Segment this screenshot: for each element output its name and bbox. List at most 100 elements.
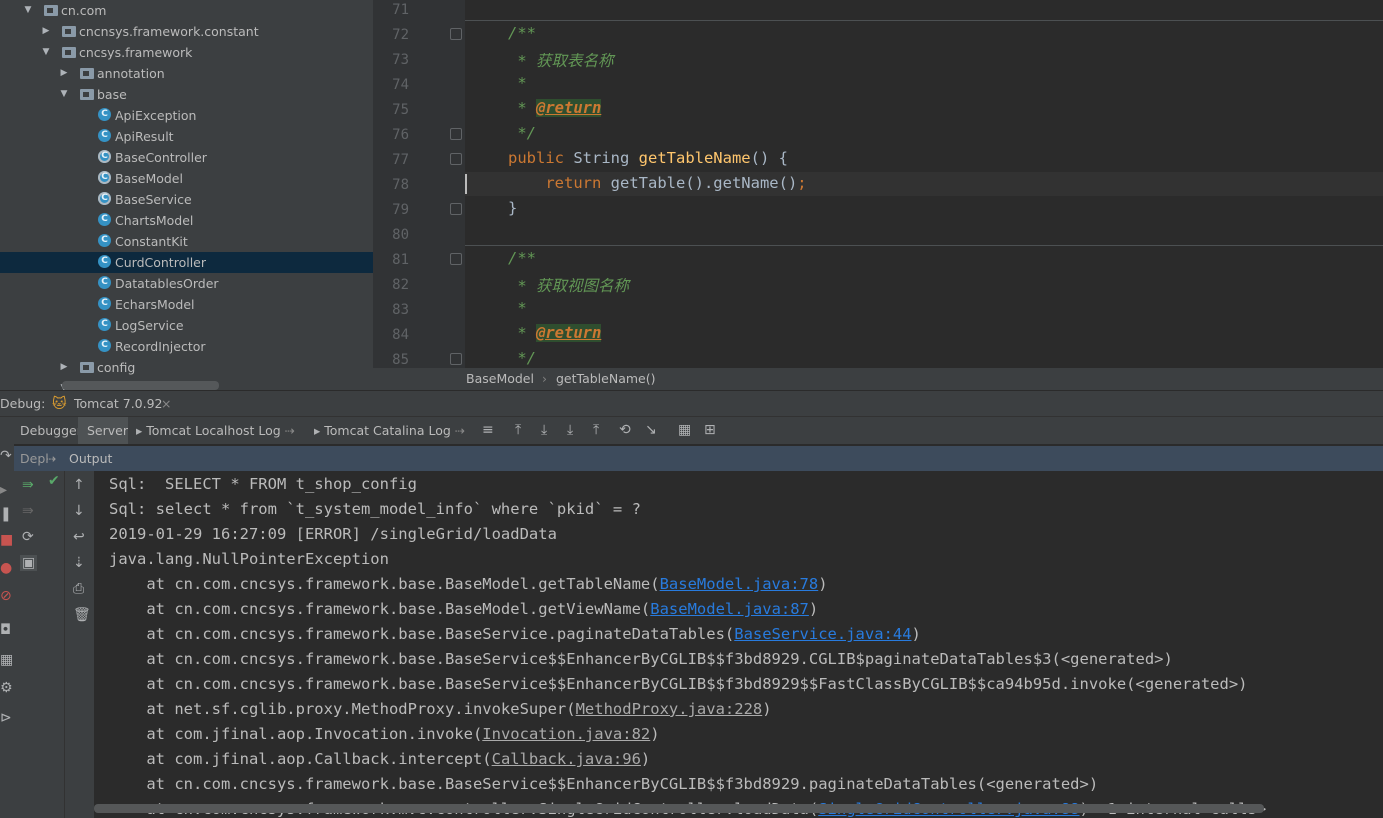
console-line: at com.jfinal.aop.Callback.intercept(Cal… <box>109 750 650 768</box>
chevron-right-icon[interactable]: ▶ <box>59 357 69 378</box>
pin-icon[interactable]: ⊳ <box>0 710 12 726</box>
tree-item[interactable]: ▼ base <box>0 84 373 105</box>
fold-marker-icon[interactable] <box>450 353 462 365</box>
source-link[interactable]: Invocation.java:82 <box>482 725 650 743</box>
camera-icon[interactable]: ◘ <box>0 622 11 638</box>
chevron-down-icon[interactable]: ▼ <box>23 0 33 21</box>
server-subtabs: Depl ⇢ Output <box>14 446 1383 471</box>
pause-bars-icon[interactable]: ❚ <box>0 506 12 522</box>
chevron-down-icon[interactable]: ▼ <box>59 84 69 105</box>
menu-icon[interactable]: ≡ <box>482 422 494 438</box>
split-icon[interactable]: ⇢ <box>46 446 56 471</box>
tree-item[interactable]: C BaseService <box>0 189 373 210</box>
step-over-icon[interactable]: ⤓ <box>541 422 547 438</box>
type-text: String <box>564 149 639 167</box>
add-deployment-icon[interactable]: ▣ <box>20 555 38 571</box>
console-horizontal-scrollbar[interactable] <box>94 804 1264 813</box>
fold-marker-icon[interactable] <box>450 203 462 215</box>
step-into-icon[interactable]: ⤓ <box>567 422 573 438</box>
text-caret <box>465 174 467 194</box>
show-execution-point-icon[interactable]: ⤒ <box>515 422 521 438</box>
stack-frame-suffix: ) <box>650 725 660 743</box>
tree-item[interactable]: C BaseController <box>0 147 373 168</box>
tree-item[interactable]: C LogService <box>0 315 373 336</box>
tab-label: Debugger <box>20 423 82 438</box>
pause-icon[interactable]: ▸ <box>0 482 7 498</box>
line-number: 85 <box>392 352 409 368</box>
project-tree[interactable]: ▼ cn.com ▶ cncnsys.framework.constant ▼ cncsy… <box>0 0 373 390</box>
console-output[interactable]: Sql: SELECT * FROM t_shop_config Sql: sel… <box>94 471 1383 818</box>
stack-frame-text: at cn.com.cncsys.framework.base.BaseMode… <box>109 600 651 618</box>
code-editor[interactable]: 71 72 73 74 75 76 77 78 79 80 81 82 83 84 85 /** * 获取表… <box>373 0 1383 368</box>
run-config-tab[interactable]: Tomcat 7.0.92 <box>74 391 163 417</box>
chevron-down-icon[interactable]: ▼ <box>41 42 51 63</box>
tab-label: Server <box>87 423 128 438</box>
tree-item[interactable]: ▶ config <box>0 357 373 378</box>
mute-breakpoints-icon[interactable]: ⊘ <box>0 588 12 604</box>
tab-debugger[interactable]: Debugger <box>14 417 82 444</box>
fold-marker-icon[interactable] <box>450 253 462 265</box>
evaluate-icon[interactable]: ▦ <box>678 422 691 438</box>
tree-horizontal-scrollbar[interactable] <box>62 381 219 390</box>
print-icon[interactable]: ⎙ <box>73 581 84 597</box>
code-text: () { <box>750 149 788 167</box>
tree-item[interactable]: C RecordInjector <box>0 336 373 357</box>
tree-item[interactable]: ▼ cn.com <box>0 0 373 21</box>
tree-item[interactable]: C ApiResult <box>0 126 373 147</box>
tree-item[interactable]: C EcharsModel <box>0 294 373 315</box>
close-icon[interactable]: × <box>161 391 171 417</box>
tree-item[interactable]: ▶ annotation <box>0 63 373 84</box>
drop-frame-icon[interactable]: ⟲ <box>619 422 631 438</box>
class-icon: C <box>98 318 111 331</box>
fold-marker-icon[interactable] <box>450 153 462 165</box>
tree-item[interactable]: ▶ cncnsys.framework.constant <box>0 21 373 42</box>
debug-tabs: Debugger Server ▸ Tomcat Localhost Log ⇢… <box>0 416 1383 465</box>
trash-icon[interactable]: 🗑 <box>73 607 91 623</box>
tab-tomcat-catalina-log[interactable]: ▸ Tomcat Catalina Log ⇢ × <box>308 417 476 465</box>
refresh-icon[interactable]: ⟳ <box>22 529 34 545</box>
source-link[interactable]: BaseService.java:44 <box>734 625 911 643</box>
step-icon[interactable]: ↷ <box>0 448 12 464</box>
stack-frame-text: at cn.com.cncsys.framework.base.BaseMode… <box>109 575 660 593</box>
soft-wrap-icon[interactable]: ↩ <box>73 529 85 545</box>
breadcrumb-class[interactable]: BaseModel <box>466 368 534 390</box>
line-number: 79 <box>392 202 409 218</box>
source-link[interactable]: MethodProxy.java:228 <box>576 700 763 718</box>
tab-tomcat-localhost-log[interactable]: ▸ Tomcat Localhost Log ⇢ × <box>130 417 302 465</box>
tree-item[interactable]: C ConstantKit <box>0 231 373 252</box>
stack-frame-text: at com.jfinal.aop.Callback.intercept( <box>109 750 492 768</box>
tab-deployment[interactable]: Depl <box>20 446 49 471</box>
update-app-icon[interactable]: ⇛ <box>22 477 34 493</box>
deploy-icon[interactable]: ⇛ <box>22 503 34 519</box>
tree-item-label: cncnsys.framework.constant <box>79 24 259 39</box>
tree-item[interactable]: C DatatablesOrder <box>0 273 373 294</box>
chevron-right-icon[interactable]: ▶ <box>41 21 51 42</box>
down-arrow-icon[interactable]: ↓ <box>73 503 85 519</box>
settings-icon[interactable]: ⚙ <box>0 680 13 696</box>
tree-item[interactable]: C BaseModel <box>0 168 373 189</box>
fold-marker-icon[interactable] <box>450 128 462 140</box>
chevron-right-icon[interactable]: ▶ <box>59 63 69 84</box>
console-icon: ▸ <box>314 423 321 438</box>
source-link[interactable]: Callback.java:96 <box>492 750 641 768</box>
step-out-icon[interactable]: ⤒ <box>593 422 599 438</box>
source-link[interactable]: BaseModel.java:78 <box>660 575 819 593</box>
trace-icon[interactable]: ⊞ <box>704 422 716 438</box>
source-link[interactable]: BaseModel.java:87 <box>650 600 809 618</box>
tree-item[interactable]: C ChartsModel <box>0 210 373 231</box>
scroll-to-end-icon[interactable]: ⇣ <box>73 555 85 571</box>
tree-item[interactable]: ▼ cncsys.framework <box>0 42 373 63</box>
layout-icon[interactable]: ▦ <box>0 652 13 668</box>
stop-icon[interactable]: ■ <box>0 532 13 548</box>
breakpoints-icon[interactable]: ● <box>0 560 12 576</box>
tree-item[interactable]: C CurdController <box>0 252 373 273</box>
run-to-cursor-icon[interactable]: ↘ <box>645 422 657 438</box>
tab-server[interactable]: Server <box>78 417 128 444</box>
breadcrumb-method[interactable]: getTableName() <box>556 368 655 390</box>
up-arrow-icon[interactable]: ↑ <box>73 477 85 493</box>
fold-marker-icon[interactable] <box>450 28 462 40</box>
tab-output[interactable]: Output <box>69 446 112 471</box>
tab-label: Tomcat Localhost Log <box>146 423 281 438</box>
console-line: at com.jfinal.aop.Invocation.invoke(Invo… <box>109 725 660 743</box>
tree-item[interactable]: C ApiException <box>0 105 373 126</box>
